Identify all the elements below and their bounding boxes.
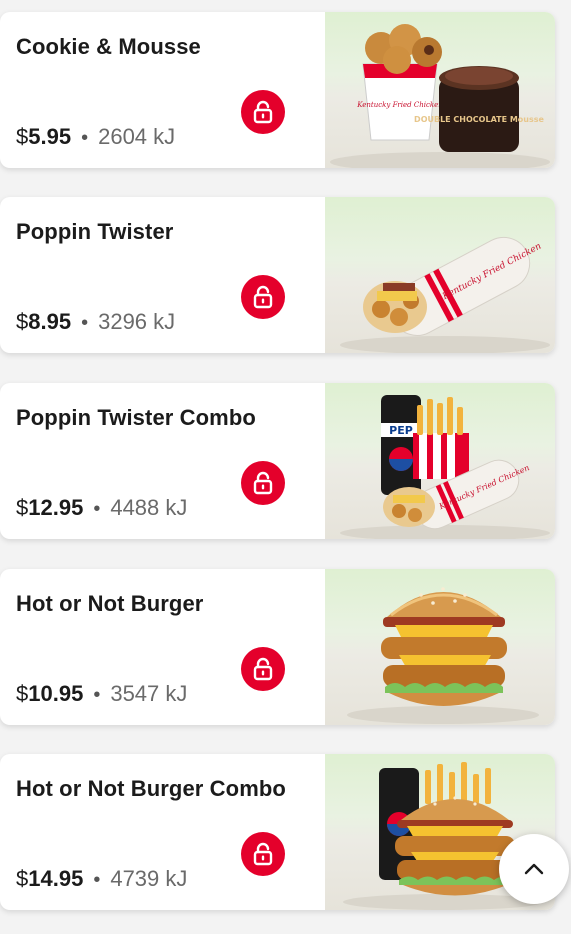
unlock-button[interactable] xyxy=(241,647,285,691)
unlock-icon xyxy=(253,100,273,124)
currency-symbol: $ xyxy=(16,866,29,891)
item-energy: 4488 kJ xyxy=(110,495,188,520)
menu-item-list: Cookie & Mousse $5.95 • 2604 kJ Kentucky… xyxy=(0,0,571,934)
separator-dot: • xyxy=(93,684,101,706)
unlock-button[interactable] xyxy=(241,461,285,505)
unlock-icon xyxy=(253,471,273,495)
unlock-button[interactable] xyxy=(241,90,285,134)
item-energy: 3296 kJ xyxy=(98,309,176,334)
twister-combo-photo: PEP Kentucky Fried Chicken xyxy=(325,383,555,539)
menu-card-poppin-twister-combo[interactable]: Poppin Twister Combo $12.95 • 4488 kJ PE… xyxy=(0,383,555,539)
unlock-button[interactable] xyxy=(241,275,285,319)
item-energy: 2604 kJ xyxy=(98,124,176,149)
item-price: 14.95 xyxy=(28,866,84,891)
cookie-and-mousse-photo: Kentucky Fried Chicken DOUBLE CHOCOLATE … xyxy=(325,12,555,168)
item-price: 12.95 xyxy=(28,495,84,520)
price-row: $8.95 • 3296 kJ xyxy=(16,309,175,335)
separator-dot: • xyxy=(93,498,101,520)
price-row: $12.95 • 4488 kJ xyxy=(16,495,187,521)
item-name: Poppin Twister xyxy=(16,219,174,244)
packaging-text-can: PEP xyxy=(389,424,413,437)
scroll-to-top-button[interactable] xyxy=(499,834,569,904)
packaging-text-mousse: DOUBLE CHOCOLATE Mousse xyxy=(414,115,544,124)
menu-card-hot-or-not-burger-combo[interactable]: Hot or Not Burger Combo $14.95 • 4739 kJ xyxy=(0,754,555,910)
item-price: 8.95 xyxy=(28,309,72,334)
currency-symbol: $ xyxy=(16,309,29,334)
separator-dot: • xyxy=(93,869,101,891)
burger-photo xyxy=(325,569,555,725)
item-name: Cookie & Mousse xyxy=(16,34,201,59)
item-energy: 3547 kJ xyxy=(110,681,188,706)
unlock-button[interactable] xyxy=(241,832,285,876)
price-row: $10.95 • 3547 kJ xyxy=(16,681,187,707)
currency-symbol: $ xyxy=(16,495,29,520)
item-price: 10.95 xyxy=(28,681,84,706)
currency-symbol: $ xyxy=(16,681,29,706)
item-name: Hot or Not Burger xyxy=(16,591,204,616)
price-row: $14.95 • 4739 kJ xyxy=(16,866,187,892)
item-price: 5.95 xyxy=(28,124,72,149)
separator-dot: • xyxy=(81,312,89,334)
unlock-icon xyxy=(253,657,273,681)
packaging-text-kfc: Kentucky Fried Chicken xyxy=(356,101,443,109)
currency-symbol: $ xyxy=(16,124,29,149)
menu-card-poppin-twister[interactable]: Poppin Twister $8.95 • 3296 kJ Kentucky … xyxy=(0,197,555,353)
unlock-icon xyxy=(253,842,273,866)
unlock-icon xyxy=(253,285,273,309)
item-energy: 4739 kJ xyxy=(110,866,188,891)
menu-card-cookie-mousse[interactable]: Cookie & Mousse $5.95 • 2604 kJ Kentucky… xyxy=(0,12,555,168)
menu-card-hot-or-not-burger[interactable]: Hot or Not Burger $10.95 • 3547 kJ xyxy=(0,569,555,725)
twister-wrap-photo: Kentucky Fried Chicken xyxy=(325,197,555,353)
item-name: Poppin Twister Combo xyxy=(16,405,256,430)
price-row: $5.95 • 2604 kJ xyxy=(16,124,175,150)
chevron-up-icon xyxy=(524,863,544,875)
separator-dot: • xyxy=(81,127,89,149)
item-name: Hot or Not Burger Combo xyxy=(16,776,286,801)
